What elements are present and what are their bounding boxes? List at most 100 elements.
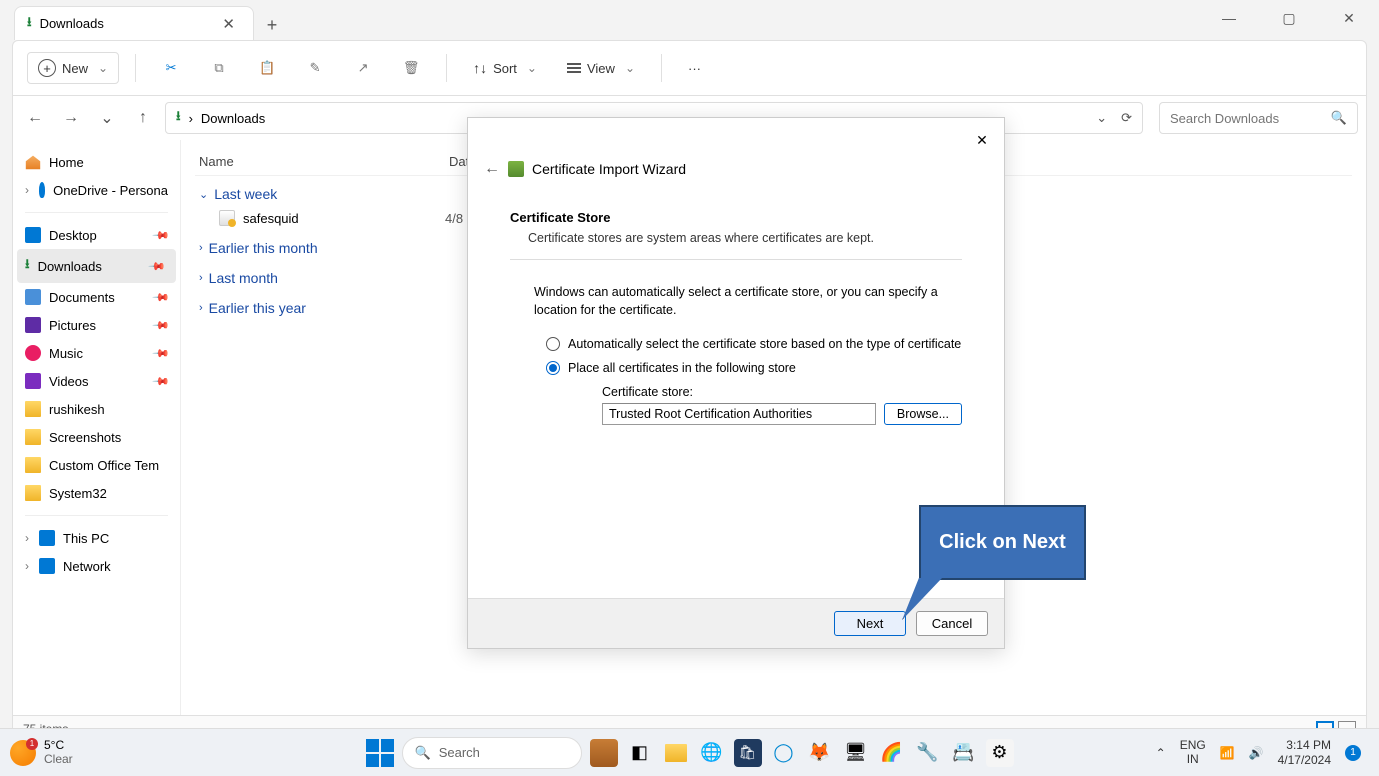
copy-icon: ⧉ <box>210 59 228 77</box>
file-name: safesquid <box>199 210 445 226</box>
copy-button[interactable]: ⧉ <box>200 53 238 83</box>
date: 4/17/2024 <box>1278 753 1331 767</box>
app-icon-2[interactable]: 🖥 <box>842 739 870 767</box>
separator <box>661 54 662 82</box>
language-indicator[interactable]: ENG IN <box>1180 739 1206 765</box>
chrome-icon[interactable]: 🌈 <box>878 739 906 767</box>
history-chevron-icon[interactable]: ⌄ <box>1096 110 1107 126</box>
minimize-button[interactable]: — <box>1209 4 1249 32</box>
radio-icon <box>546 361 560 375</box>
search-input[interactable] <box>1170 111 1347 126</box>
home-icon <box>25 154 41 170</box>
search-icon[interactable]: 🔍 <box>1331 110 1347 126</box>
pin-icon: 📌 <box>152 344 171 363</box>
tab-title: Downloads <box>40 16 104 31</box>
sidebar-item-onedrive[interactable]: › OneDrive - Persona <box>13 176 180 204</box>
explorer-pinned-icon[interactable] <box>590 739 618 767</box>
store-icon[interactable]: 🛍 <box>734 739 762 767</box>
lang-bottom: IN <box>1180 753 1206 766</box>
search-box[interactable]: 🔍 <box>1159 102 1358 134</box>
new-tab-button[interactable]: + <box>254 10 290 40</box>
window-controls: — ▢ ✕ <box>1209 4 1369 32</box>
chevron-icon: › <box>25 183 29 197</box>
radio-auto-select[interactable]: Automatically select the certificate sto… <box>546 337 962 351</box>
weather-icon: 1 <box>10 740 36 766</box>
wizard-header: ← Certificate Import Wizard <box>468 118 1004 190</box>
view-button[interactable]: View <box>557 55 645 82</box>
certificate-icon <box>219 210 235 226</box>
up-button[interactable]: ↑ <box>129 104 157 132</box>
clock[interactable]: 3:14 PM 4/17/2024 <box>1278 738 1331 767</box>
forward-button[interactable]: → <box>57 104 85 132</box>
sidebar-item-videos[interactable]: Videos 📌 <box>13 367 180 395</box>
app-icon-3[interactable]: 🔧 <box>914 739 942 767</box>
sort-button[interactable]: ↑↓ Sort <box>463 54 547 82</box>
file-label: safesquid <box>243 211 299 226</box>
label: Documents <box>49 290 115 305</box>
delete-button[interactable]: 🗑 <box>392 53 430 83</box>
app-icon-4[interactable]: 📇 <box>950 739 978 767</box>
cancel-button[interactable]: Cancel <box>916 611 988 636</box>
maximize-button[interactable]: ▢ <box>1269 4 1309 32</box>
back-button[interactable]: ← <box>21 104 49 132</box>
app-icon-5[interactable]: ⚙ <box>986 739 1014 767</box>
wizard-title: Certificate Import Wizard <box>532 161 686 177</box>
new-label: New <box>62 61 88 76</box>
taskview-icon[interactable]: ◧ <box>626 739 654 767</box>
store-input[interactable]: Trusted Root Certification Authorities <box>602 403 876 425</box>
refresh-button[interactable]: ⟳ <box>1121 110 1132 126</box>
download-icon: ⭳ <box>27 13 32 35</box>
sidebar-item-home[interactable]: Home <box>13 148 180 176</box>
cut-button[interactable]: ✂ <box>152 53 190 83</box>
next-button[interactable]: Next <box>834 611 906 636</box>
sidebar-item-this-pc[interactable]: › This PC <box>13 524 180 552</box>
sidebar-item-system32[interactable]: System32 <box>13 479 180 507</box>
sort-label: Sort <box>493 61 517 76</box>
sidebar-item-network[interactable]: › Network <box>13 552 180 580</box>
tray-chevron-icon[interactable]: ⌃ <box>1156 746 1166 760</box>
pin-icon: 📌 <box>152 288 171 307</box>
wizard-close-button[interactable]: ✕ <box>968 126 996 154</box>
volume-icon[interactable]: 🔊 <box>1249 746 1264 760</box>
videos-icon <box>25 373 41 389</box>
app-icon-1[interactable]: ◯ <box>770 739 798 767</box>
sidebar-item-screenshots[interactable]: Screenshots <box>13 423 180 451</box>
firefox-icon[interactable]: 🦊 <box>806 739 834 767</box>
tab-downloads[interactable]: ⭳ Downloads ✕ <box>14 6 254 40</box>
folder-icon <box>25 457 41 473</box>
wizard-back-button[interactable]: ← <box>484 160 500 178</box>
paste-button[interactable]: 📋 <box>248 53 286 83</box>
start-button[interactable] <box>366 739 394 767</box>
column-name[interactable]: Name <box>199 154 449 169</box>
sidebar-item-pictures[interactable]: Pictures 📌 <box>13 311 180 339</box>
recent-button[interactable]: ⌄ <box>93 104 121 132</box>
taskbar-search[interactable]: 🔍 Search <box>402 737 582 769</box>
edge-icon[interactable]: 🌐 <box>698 739 726 767</box>
share-button[interactable]: ↗ <box>344 53 382 83</box>
sidebar-item-desktop[interactable]: Desktop 📌 <box>13 221 180 249</box>
label: Pictures <box>49 318 96 333</box>
onedrive-icon <box>39 182 45 198</box>
sidebar-item-music[interactable]: Music 📌 <box>13 339 180 367</box>
more-button[interactable]: ··· <box>678 55 711 82</box>
titlebar: ⭳ Downloads ✕ + — ▢ ✕ <box>0 0 1379 40</box>
rename-button[interactable]: ✎ <box>296 53 334 83</box>
sidebar-item-custom-office[interactable]: Custom Office Tem <box>13 451 180 479</box>
pin-icon: 📌 <box>152 372 171 391</box>
wifi-icon[interactable]: 📶 <box>1220 746 1235 760</box>
close-button[interactable]: ✕ <box>1329 4 1369 32</box>
new-button[interactable]: + New <box>27 52 119 84</box>
instruction-text: Windows can automatically select a certi… <box>510 284 962 319</box>
section-description: Certificate stores are system areas wher… <box>510 231 962 245</box>
tab-close-button[interactable]: ✕ <box>216 13 241 35</box>
sidebar-item-downloads[interactable]: ⭳ Downloads 📌 <box>17 249 176 283</box>
weather-widget[interactable]: 1 5°C Clear <box>10 739 73 765</box>
rename-icon: ✎ <box>306 59 324 77</box>
file-explorer-icon[interactable] <box>662 739 690 767</box>
sidebar-item-rushikesh[interactable]: rushikesh <box>13 395 180 423</box>
sidebar-item-documents[interactable]: Documents 📌 <box>13 283 180 311</box>
group-label: Earlier this month <box>209 240 318 256</box>
browse-button[interactable]: Browse... <box>884 403 962 425</box>
radio-place-all[interactable]: Place all certificates in the following … <box>546 361 962 375</box>
notification-badge[interactable]: 1 <box>1345 745 1361 761</box>
